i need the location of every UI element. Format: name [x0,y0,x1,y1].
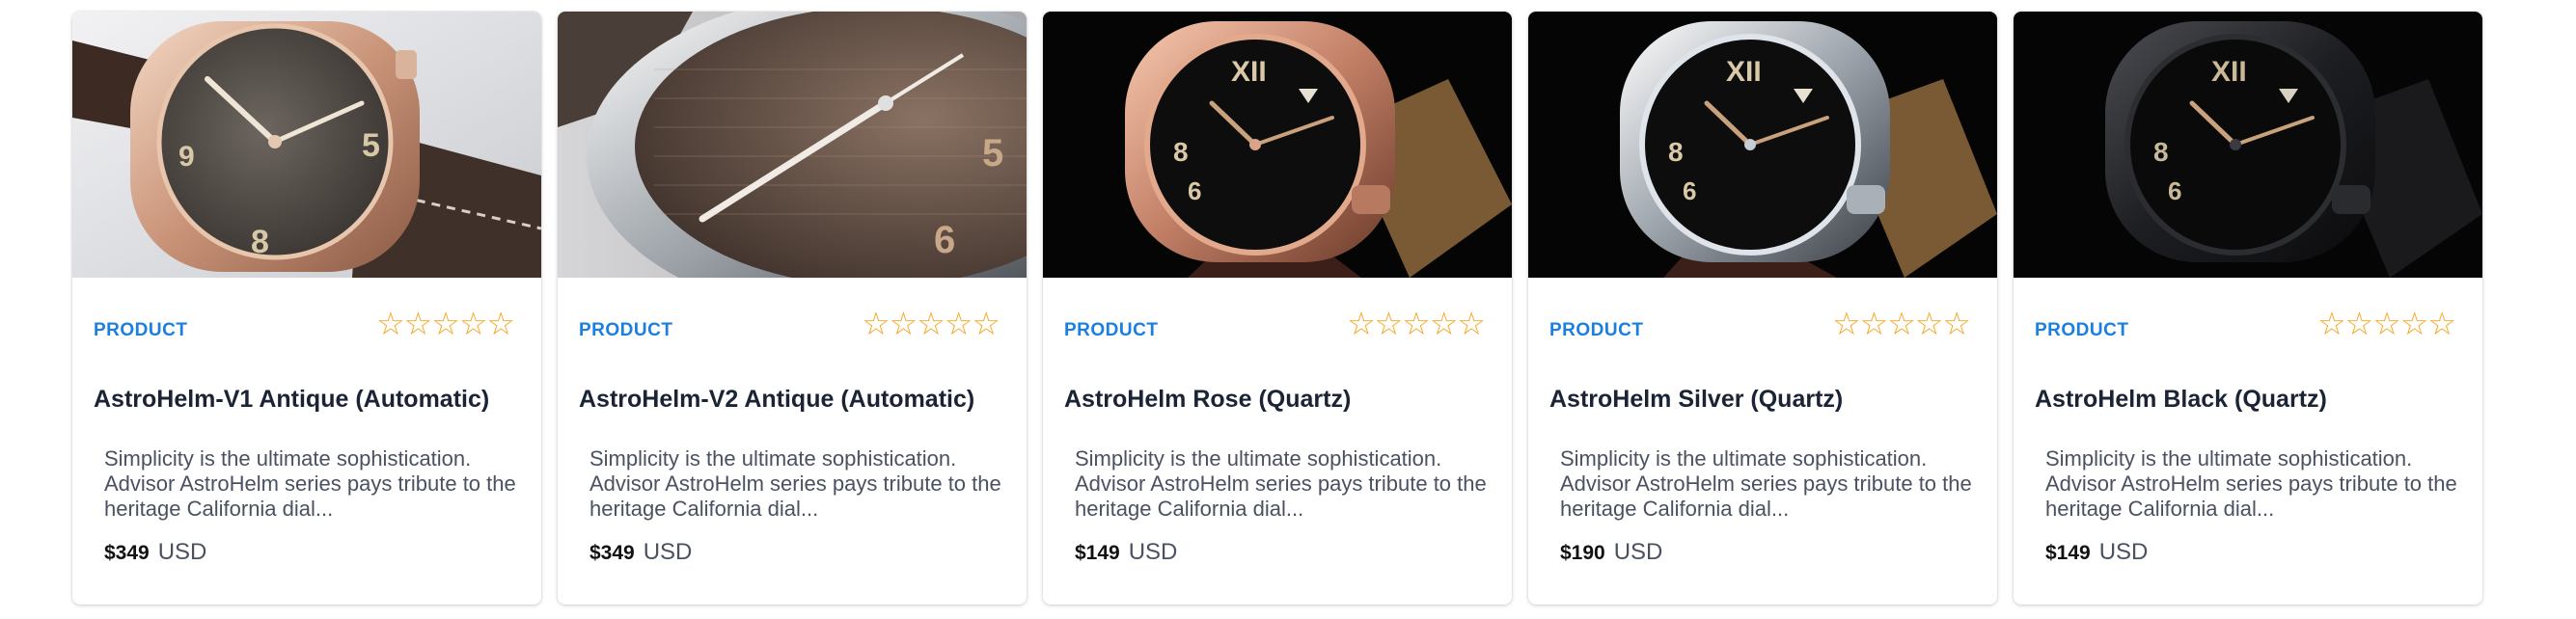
price-amount: $190 [1560,542,1605,564]
product-description: Simplicity is the ultimate sophisticatio… [104,446,516,521]
rating-stars[interactable]: ☆☆☆☆☆ [2317,308,2456,339]
product-description: Simplicity is the ultimate sophisticatio… [589,446,1001,521]
product-description: Simplicity is the ultimate sophisticatio… [1075,446,1487,521]
svg-text:8: 8 [2153,137,2169,167]
product-price: $149 USD [2045,539,2148,566]
price-currency: USD [1613,539,1663,565]
product-image[interactable]: XII 8 6 [1043,12,1512,278]
product-category-label: PRODUCT [1064,320,1159,340]
product-description: Simplicity is the ultimate sophisticatio… [1560,446,1972,521]
price-amount: $349 [104,542,150,564]
product-title[interactable]: AstroHelm-V2 Antique (Automatic) [579,386,974,414]
svg-text:5: 5 [362,127,380,164]
price-currency: USD [2098,539,2149,565]
rating-stars[interactable]: ☆☆☆☆☆ [862,308,1000,339]
rating-stars[interactable]: ☆☆☆☆☆ [1347,308,1486,339]
product-price: $190 USD [1560,539,1662,566]
product-card[interactable]: 8 5 9 PRODUCT ☆☆☆☆☆ AstroHelm-V1 Antique… [72,12,541,605]
svg-text:8: 8 [1173,137,1189,167]
product-category-label: PRODUCT [94,320,188,340]
svg-text:XII: XII [2211,56,2247,88]
svg-text:6: 6 [2168,176,2181,205]
price-currency: USD [643,539,693,565]
product-category-label: PRODUCT [1549,320,1644,340]
svg-text:8: 8 [1668,137,1684,167]
price-currency: USD [1128,539,1178,565]
svg-text:XII: XII [1231,56,1267,88]
rating-stars[interactable]: ☆☆☆☆☆ [1832,308,1971,339]
svg-text:XII: XII [1726,56,1762,88]
product-image[interactable]: 5 6 [558,12,1027,278]
svg-text:8: 8 [251,224,269,260]
product-price: $149 USD [1075,539,1177,566]
product-category-label: PRODUCT [2035,320,2129,340]
rating-stars[interactable]: ☆☆☆☆☆ [376,308,515,339]
product-card[interactable]: XII 8 6 PRODUCT ☆☆☆☆☆ AstroHelm Silver (… [1528,12,1997,605]
product-title[interactable]: AstroHelm Silver (Quartz) [1549,386,1843,414]
svg-text:6: 6 [1683,176,1696,205]
product-image[interactable]: XII 8 6 [2014,12,2482,278]
svg-text:6: 6 [1188,176,1201,205]
svg-text:9: 9 [178,141,195,173]
price-currency: USD [157,539,207,565]
svg-text:5: 5 [982,132,1003,175]
product-image[interactable]: XII 8 6 [1528,12,1997,278]
product-price: $349 USD [104,539,206,566]
product-card[interactable]: XII 8 6 PRODUCT ☆☆☆☆☆ AstroHelm Black (Q… [2014,12,2482,605]
product-title[interactable]: AstroHelm-V1 Antique (Automatic) [94,386,489,414]
product-image[interactable]: 8 5 9 [72,12,541,278]
product-title[interactable]: AstroHelm Black (Quartz) [2035,386,2327,414]
product-category-label: PRODUCT [579,320,673,340]
price-amount: $349 [589,542,635,564]
product-card[interactable]: 5 6 PRODUCT ☆☆☆☆☆ AstroHelm-V2 Antique (… [558,12,1027,605]
svg-text:6: 6 [934,219,955,261]
product-description: Simplicity is the ultimate sophisticatio… [2045,446,2457,521]
product-card[interactable]: XII 8 6 PRODUCT ☆☆☆☆☆ AstroHelm Rose (Qu… [1043,12,1512,605]
price-amount: $149 [1075,542,1120,564]
price-amount: $149 [2045,542,2091,564]
product-title[interactable]: AstroHelm Rose (Quartz) [1064,386,1351,414]
product-price: $349 USD [589,539,692,566]
product-grid: 8 5 9 PRODUCT ☆☆☆☆☆ AstroHelm-V1 Antique… [72,12,2482,605]
